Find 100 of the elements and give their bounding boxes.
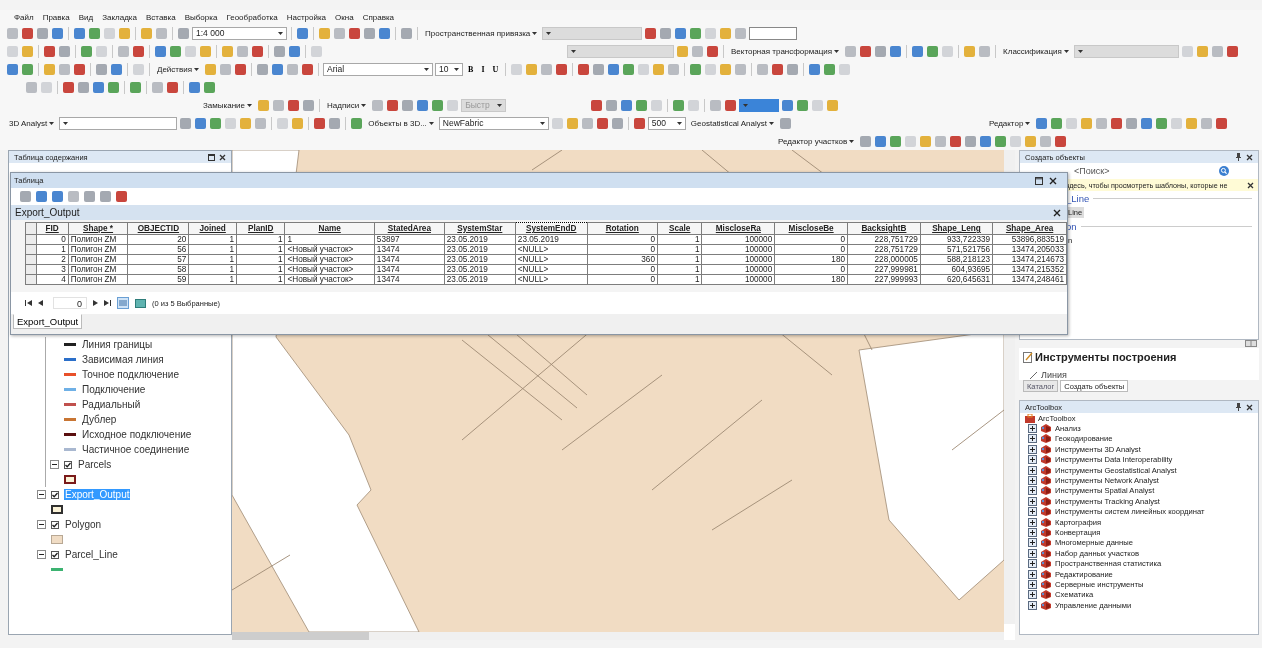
tool-icon[interactable] [74, 63, 85, 75]
tool-icon[interactable] [402, 99, 414, 111]
tool-icon[interactable] [964, 45, 976, 57]
tool-icon[interactable] [288, 99, 299, 111]
close-icon[interactable] [219, 153, 226, 161]
tool-icon[interactable] [22, 63, 33, 75]
format-button[interactable]: U [489, 64, 502, 74]
tool-icon[interactable] [180, 117, 192, 129]
expand-icon[interactable] [1028, 444, 1037, 454]
tool-icon[interactable] [593, 63, 605, 75]
tool-icon[interactable] [1156, 117, 1168, 129]
column-header[interactable]: Rotation [587, 222, 658, 235]
tool-icon[interactable] [210, 117, 222, 129]
tool-icon[interactable] [611, 117, 623, 129]
tool-icon[interactable] [912, 45, 924, 57]
expand-icon[interactable] [1028, 590, 1037, 600]
tool-icon[interactable] [252, 45, 263, 57]
pin-icon[interactable] [1235, 403, 1242, 411]
expand-icon[interactable] [1028, 486, 1037, 496]
tool-icon[interactable] [22, 27, 33, 39]
layer-name[interactable]: Parcel_Line [64, 549, 119, 560]
tool-icon[interactable] [633, 117, 645, 129]
collapse-icon[interactable] [50, 460, 59, 469]
tool-icon[interactable] [52, 191, 63, 202]
tool-icon[interactable] [556, 63, 568, 75]
dropdown-field[interactable] [739, 98, 780, 112]
tool-icon[interactable] [204, 81, 215, 93]
tool-icon[interactable] [302, 63, 314, 75]
maximize-icon[interactable] [1035, 176, 1043, 185]
column-header[interactable]: OBJECTID [127, 222, 189, 235]
tool-icon[interactable] [63, 81, 74, 93]
number-spinner[interactable]: 500 [647, 116, 686, 130]
tool-icon[interactable] [787, 63, 799, 75]
tool-icon[interactable] [860, 135, 872, 147]
tool-icon[interactable] [675, 27, 687, 39]
checkbox[interactable] [51, 550, 59, 559]
tool-icon[interactable] [1226, 45, 1238, 57]
tool-icon[interactable] [108, 81, 119, 93]
first-record-icon[interactable] [25, 300, 32, 306]
expand-icon[interactable] [1028, 559, 1037, 569]
toolbar-menu[interactable]: Классификация [1000, 44, 1072, 58]
tool-icon[interactable] [1141, 117, 1153, 129]
tool-icon[interactable] [89, 27, 100, 39]
dropdown-field[interactable]: Arial [323, 62, 434, 76]
tool-icon[interactable] [22, 45, 33, 57]
tool-icon[interactable] [797, 99, 809, 111]
collapse-icon[interactable] [37, 550, 46, 559]
close-icon[interactable] [1246, 153, 1253, 161]
next-record-icon[interactable] [93, 300, 98, 306]
tool-item[interactable]: Линия [1041, 370, 1067, 380]
toolbar-menu[interactable]: Редактор [985, 116, 1034, 130]
tool-icon[interactable] [130, 81, 141, 93]
dropdown-field[interactable]: NewFabric [438, 116, 549, 130]
tool-icon[interactable] [401, 27, 412, 39]
tool-icon[interactable] [779, 117, 791, 129]
tool-icon[interactable] [690, 63, 702, 75]
tool-icon[interactable] [170, 45, 181, 57]
tool-icon[interactable] [875, 45, 887, 57]
tool-icon[interactable] [81, 45, 92, 57]
tool-icon[interactable] [314, 117, 326, 129]
expand-icon[interactable] [1028, 434, 1037, 444]
menu-item[interactable]: Выборка [184, 12, 218, 22]
pin-icon[interactable] [1235, 153, 1242, 161]
tool-icon[interactable] [707, 45, 718, 57]
tool-icon[interactable] [303, 99, 314, 111]
tool-icon[interactable] [809, 63, 821, 75]
tool-icon[interactable] [20, 191, 31, 202]
column-header[interactable]: SystemStar [444, 222, 516, 235]
toolbar-menu[interactable]: Действия [154, 62, 203, 76]
expand-icon[interactable] [1028, 569, 1037, 579]
checkbox[interactable] [51, 520, 59, 529]
tool-icon[interactable] [980, 135, 992, 147]
tool-icon[interactable] [950, 135, 962, 147]
tool-icon[interactable] [195, 117, 207, 129]
tool-icon[interactable] [240, 117, 252, 129]
tool-icon[interactable] [222, 45, 233, 57]
previous-record-icon[interactable] [38, 300, 43, 306]
format-button[interactable]: B [465, 64, 477, 74]
tool-icon[interactable] [720, 63, 732, 75]
toolbar-menu[interactable]: Надписи [324, 98, 370, 112]
tool-icon[interactable] [257, 63, 269, 75]
tool-icon[interactable] [133, 45, 144, 57]
toolbar-menu[interactable]: 3D Analyst [6, 116, 58, 130]
tool-icon[interactable] [653, 63, 665, 75]
column-header[interactable]: Joined [188, 222, 237, 235]
expand-icon[interactable] [1028, 517, 1037, 527]
close-icon[interactable] [1247, 181, 1254, 189]
maximize-icon[interactable] [208, 153, 215, 161]
expand-icon[interactable] [1028, 465, 1037, 475]
tool-icon[interactable] [319, 27, 330, 39]
tool-icon[interactable] [827, 99, 839, 111]
tool-icon[interactable] [417, 99, 429, 111]
tool-icon[interactable] [782, 99, 794, 111]
tool-icon[interactable] [660, 27, 672, 39]
format-button[interactable]: I [478, 64, 488, 74]
grip-icon[interactable] [1245, 340, 1257, 347]
tool-icon[interactable] [596, 117, 608, 129]
tool-icon[interactable] [93, 81, 104, 93]
tool-icon[interactable] [621, 99, 633, 111]
column-header[interactable]: Name [284, 222, 375, 235]
